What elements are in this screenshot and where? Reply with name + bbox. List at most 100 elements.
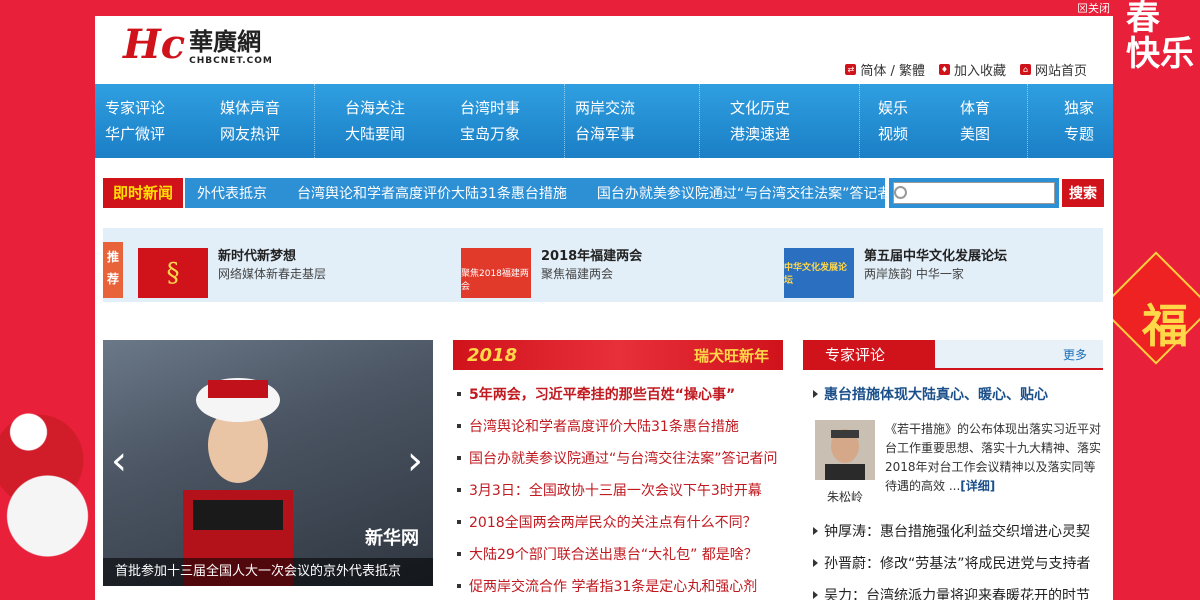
expert-links: 钟厚涛：惠台措施强化利益交织增进心灵契 孙晋蔚：修改“劳基法”将成民进党与支持者… (803, 515, 1103, 600)
detail-link[interactable]: [详细] (960, 479, 995, 493)
home-icon: ⌂ (1019, 64, 1031, 75)
nav-item[interactable]: 网友热评 (220, 124, 280, 144)
expert-avatar-wrap: 朱松岭 (813, 420, 877, 505)
recommend-item-1[interactable]: § 新时代新梦想 网络媒体新春走基层 (138, 248, 326, 298)
news-item[interactable]: 3月3日：全国政协十三届一次会议下午3时开幕 (453, 474, 783, 506)
news-item[interactable]: 5年两会，习近平牵挂的那些百姓“操心事” (453, 378, 783, 410)
bookmark-link[interactable]: ♦ 加入收藏 (938, 60, 1006, 79)
bullet-icon (457, 488, 461, 492)
nav-item[interactable]: 娱乐 (878, 98, 960, 118)
news-item[interactable]: 促两岸交流合作 学者指31条是定心丸和强心剂 (453, 570, 783, 600)
nav-group-5: 娱乐 体育 视频 美图 (860, 84, 1028, 158)
expert-panel: 专家评论 更多 惠台措施体现大陆真心、暖心、贴心 朱松岭 《若干措施》的公布体现… (803, 340, 1103, 600)
recommend-title[interactable]: 第五届中华文化发展论坛 (864, 248, 1007, 266)
news-ticker: 即时新闻 外代表抵京 台湾舆论和学者高度评价大陆31条惠台措施 国台办就美参议院… (103, 178, 1105, 208)
arrow-right-icon (813, 591, 818, 599)
nav-item[interactable]: 视频 (878, 124, 960, 144)
arrow-right-icon (813, 390, 818, 398)
tab-expert[interactable]: 专家评论 (803, 340, 935, 370)
news-item[interactable]: 台湾舆论和学者高度评价大陆31条惠台措施 (453, 410, 783, 442)
bullet-icon (457, 552, 461, 556)
nav-item[interactable]: 专家评论 (105, 98, 220, 118)
expert-header: 专家评论 更多 (803, 340, 1103, 370)
nav-item[interactable]: 台海关注 (345, 98, 460, 118)
recommend-title[interactable]: 新时代新梦想 (218, 248, 326, 266)
expert-link[interactable]: 钟厚涛：惠台措施强化利益交织增进心灵契 (803, 515, 1103, 547)
expert-summary: 《若干措施》的公布体现出落实习近平对台工作重要思想、落实十九大精神、落实2018… (885, 422, 1102, 493)
recommend-sub[interactable]: 两岸族韵 中华一家 (864, 266, 1007, 282)
nav-item[interactable]: 台湾时事 (460, 98, 520, 118)
expert-headline[interactable]: 惠台措施体现大陆真心、暖心、贴心 (813, 384, 1103, 404)
recommend-thumb[interactable]: 聚焦2018福建两会 (461, 248, 531, 298)
decor-left (0, 320, 95, 600)
top-strip (95, 0, 1113, 16)
bookmark-icon: ♦ (938, 64, 950, 75)
nav-group-2: 台海关注 台湾时事 大陆要闻 宝岛万象 (315, 84, 565, 158)
nav-item[interactable]: 港澳速递 (730, 124, 790, 144)
hero-next-button[interactable]: › (407, 438, 423, 484)
main-nav: 专家评论 媒体声音 华广微评 网友热评 台海关注 台湾时事 大陆要闻 宝岛万象 两岸交流… (95, 84, 1113, 158)
arrow-right-icon (813, 527, 818, 535)
recommend-item-2[interactable]: 聚焦2018福建两会 2018年福建两会 聚焦福建两会 (461, 248, 642, 298)
nav-group-4: 文化历史 港澳速递 (700, 84, 860, 158)
search-box (889, 178, 1059, 208)
recommend-item-3[interactable]: 中华文化发展论坛 第五届中华文化发展论坛 两岸族韵 中华一家 (784, 248, 1007, 298)
nav-item[interactable]: 体育 (960, 98, 990, 118)
bullet-icon (457, 424, 461, 428)
ticker-item[interactable]: 外代表抵京 (185, 183, 279, 203)
search-icon (894, 186, 907, 199)
expert-body: 朱松岭 《若干措施》的公布体现出落实习近平对台工作重要思想、落实十九大精神、落实… (813, 420, 1103, 505)
header: Hc 華廣網 CHBCNET.COM ⇄ 简体 / 繁體 ♦ 加入收藏 ⌂ 网站… (95, 16, 1113, 84)
nav-item[interactable]: 宝岛万象 (460, 124, 520, 144)
recommend-sub[interactable]: 聚焦福建两会 (541, 266, 642, 282)
expert-name[interactable]: 朱松岭 (813, 488, 877, 505)
lang-switch-link[interactable]: ⇄ 简体 / 繁體 (845, 60, 925, 79)
news-item[interactable]: 大陆29个部门联合送出惠台“大礼包” 都是啥？ (453, 538, 783, 570)
expert-link[interactable]: 吴力：台湾统派力量将迎来春暖花开的时节 (803, 579, 1103, 600)
hero-photo (183, 378, 293, 586)
arrow-right-icon (813, 559, 818, 567)
nav-item[interactable]: 文化历史 (730, 98, 790, 118)
close-ad-button[interactable]: ⊠关闭 (1077, 0, 1110, 16)
ticker-item[interactable]: 台湾舆论和学者高度评价大陆31条惠台措施 (279, 183, 579, 203)
nav-item[interactable]: 独家 (1064, 98, 1094, 118)
nav-item[interactable]: 美图 (960, 124, 990, 144)
hero-watermark: 新华网 (365, 528, 419, 549)
recommend-sub[interactable]: 网络媒体新春走基层 (218, 266, 326, 282)
hero-prev-button[interactable]: ‹ (111, 438, 127, 484)
nav-item[interactable]: 媒体声音 (220, 98, 280, 118)
news-item[interactable]: 国台办就美参议院通过“与台湾交往法案”答记者问 (453, 442, 783, 474)
recommend-label: 推荐 (103, 242, 123, 298)
bullet-icon (457, 456, 461, 460)
nav-group-6: 独家 专题 (1028, 84, 1113, 158)
search-button[interactable]: 搜索 (1061, 178, 1105, 208)
nav-item[interactable]: 两岸交流 (575, 98, 635, 118)
nav-item[interactable]: 大陆要闻 (345, 124, 460, 144)
recommend-title[interactable]: 2018年福建两会 (541, 248, 642, 266)
news-list: 2018 瑞犬旺新年 5年两会，习近平牵挂的那些百姓“操心事” 台湾舆论和学者高… (453, 340, 783, 600)
logo-en: CHBCNET.COM (189, 56, 273, 66)
recommend-thumb[interactable]: 中华文化发展论坛 (784, 248, 854, 298)
swirl-logo-icon: § (166, 258, 180, 288)
ticker-label: 即时新闻 (103, 178, 183, 208)
nav-item[interactable]: 台海军事 (575, 124, 635, 144)
nav-item[interactable]: 专题 (1064, 124, 1094, 144)
search-input[interactable] (893, 182, 1055, 204)
more-link[interactable]: 更多 (1063, 340, 1087, 370)
ticker-item[interactable]: 国台办就美参议院通过“与台湾交往法案”答记者 (579, 183, 885, 203)
news-item[interactable]: 2018全国两会两岸民众的关注点有什么不同？ (453, 506, 783, 538)
logo[interactable]: Hc 華廣網 CHBCNET.COM (123, 21, 273, 68)
thumb-text: 中华文化发展论坛 (784, 263, 848, 286)
bullet-icon (457, 584, 461, 588)
logo-mark: Hc (123, 21, 186, 68)
avatar[interactable] (815, 420, 875, 480)
decor-fu-char: 福 (1142, 299, 1188, 353)
home-link[interactable]: ⌂ 网站首页 (1019, 60, 1087, 79)
expert-link[interactable]: 孙晋蔚：修改“劳基法”将成民进党与支持者 (803, 547, 1103, 579)
nav-item[interactable]: 华广微评 (105, 124, 220, 144)
thumb-text: 聚焦2018福建两会 (461, 269, 529, 292)
hero-slideshow[interactable]: ‹ › 新华网 首批参加十三届全国人大一次会议的京外代表抵京 (103, 340, 433, 586)
hero-caption[interactable]: 首批参加十三届全国人大一次会议的京外代表抵京 (103, 558, 433, 586)
nav-group-3: 两岸交流 台海军事 (565, 84, 700, 158)
recommend-thumb[interactable]: § (138, 248, 208, 298)
